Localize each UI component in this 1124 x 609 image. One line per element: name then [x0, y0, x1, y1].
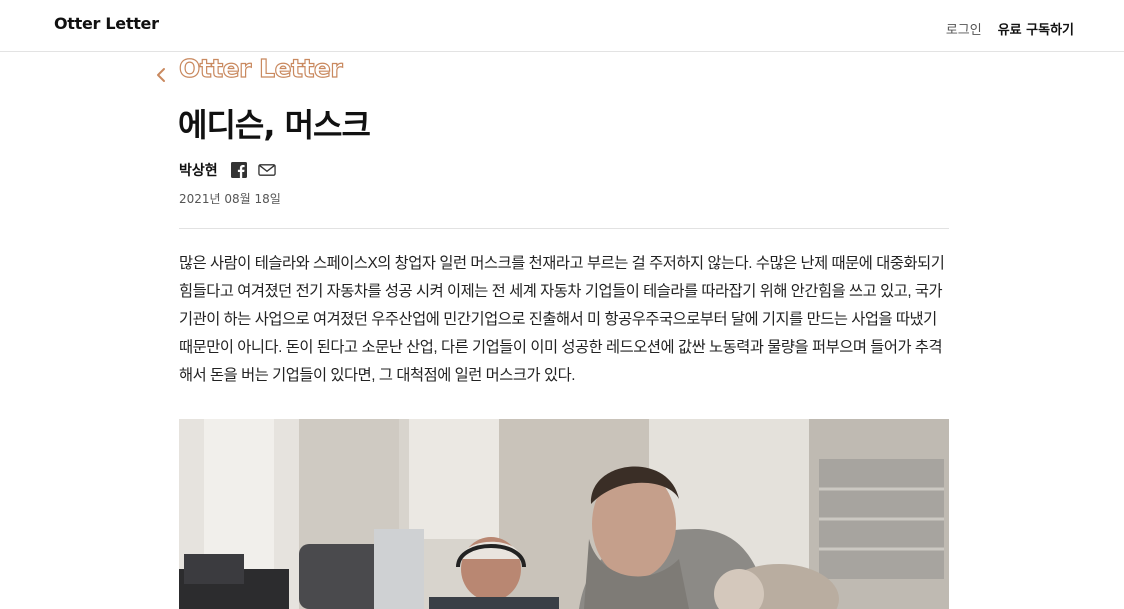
top-navigation-bar: Otter Letter 로그인 유료 구독하기: [0, 0, 1124, 52]
header-actions: 로그인 유료 구독하기: [946, 19, 1074, 38]
brand-logo[interactable]: Otter Letter: [54, 14, 159, 33]
facebook-icon[interactable]: [230, 161, 248, 179]
mail-icon[interactable]: [257, 161, 276, 179]
divider: [179, 228, 949, 229]
publish-date: 2021년 08월 18일: [179, 192, 281, 206]
section-logo[interactable]: Otter Letter: [178, 53, 343, 83]
subscribe-button[interactable]: 유료 구독하기: [998, 19, 1074, 38]
byline: 박상현: [179, 160, 276, 180]
article-photo: [179, 419, 949, 609]
chevron-left-icon[interactable]: [154, 66, 170, 84]
article-paragraph: 많은 사람이 테슬라와 스페이스X의 창업자 일런 머스크를 천재라고 부르는 …: [179, 255, 945, 384]
article-title: 에디슨, 머스크: [178, 106, 371, 144]
login-link[interactable]: 로그인: [946, 19, 982, 38]
author-name[interactable]: 박상현: [179, 160, 218, 180]
